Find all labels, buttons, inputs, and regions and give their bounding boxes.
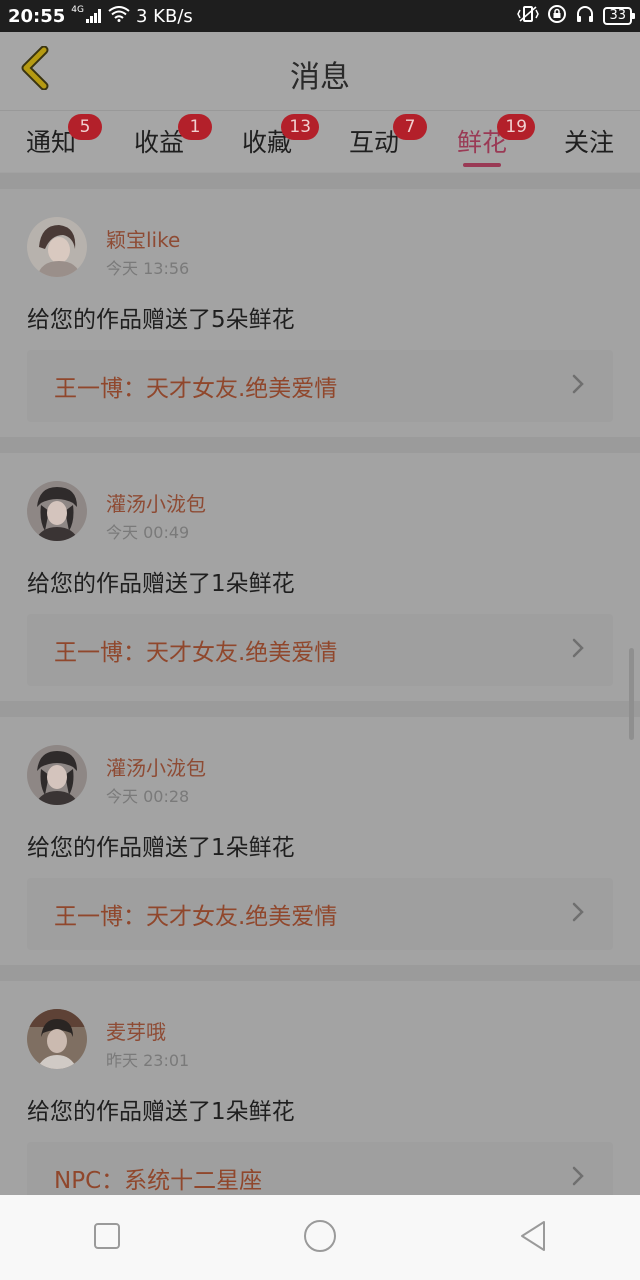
system-nav-bar (0, 1195, 640, 1280)
work-title: 王一博：天才女友.绝美爱情 (54, 904, 338, 930)
message-text: 给您的作品赠送了5朵鲜花 (27, 307, 295, 333)
work-title: NPC：系统十二星座 (54, 1168, 263, 1194)
scrollbar[interactable] (629, 648, 634, 740)
tab-label: 互动 (349, 128, 400, 157)
avatar[interactable] (27, 481, 87, 541)
recent-apps-button[interactable] (62, 1208, 152, 1268)
divider (0, 173, 640, 189)
unread-badge: 7 (393, 114, 428, 140)
unread-badge: 5 (68, 114, 103, 140)
work-link[interactable]: 王一博：天才女友.绝美爱情 (27, 878, 613, 950)
tab-notifications[interactable]: 通知 5 (26, 114, 103, 167)
work-link[interactable]: 王一博：天才女友.绝美爱情 (27, 350, 613, 422)
message-text: 给您的作品赠送了1朵鲜花 (27, 1099, 295, 1125)
username[interactable]: 灌汤小泷包 (106, 752, 206, 781)
list-item: 麦芽哦 昨天 23:01 给您的作品赠送了1朵鲜花 NPC：系统十二星座 (0, 981, 640, 1229)
avatar[interactable] (27, 745, 87, 805)
unread-badge: 19 (497, 114, 536, 140)
message-text: 给您的作品赠送了1朵鲜花 (27, 835, 295, 861)
network-speed: 3 KB/s (136, 5, 193, 27)
timestamp: 昨天 23:01 (106, 1051, 190, 1070)
page-title: 消息 (290, 60, 350, 95)
list-item: 灌汤小泷包 今天 00:28 给您的作品赠送了1朵鲜花 王一博：天才女友.绝美爱… (0, 717, 640, 965)
chevron-right-icon (571, 901, 585, 927)
signal-icon: 4G (71, 5, 102, 23)
timestamp: 今天 13:56 (106, 259, 190, 278)
tab-favorites[interactable]: 收藏 13 (242, 114, 320, 167)
username[interactable]: 麦芽哦 (106, 1016, 166, 1045)
message-list: 颖宝like 今天 13:56 给您的作品赠送了5朵鲜花 王一博：天才女友.绝美… (0, 173, 640, 1229)
chevron-right-icon (571, 1165, 585, 1191)
wifi-icon (108, 5, 130, 27)
avatar[interactable] (27, 1009, 87, 1069)
work-title: 王一博：天才女友.绝美爱情 (54, 640, 338, 666)
work-title: 王一博：天才女友.绝美爱情 (54, 376, 338, 402)
tab-underline (463, 163, 502, 167)
username[interactable]: 颖宝like (106, 224, 180, 253)
tab-bar: 通知 5 收益 1 收藏 13 互动 7 鲜花 19 关注 (0, 110, 640, 172)
chevron-right-icon (571, 373, 585, 399)
system-back-button[interactable] (488, 1208, 578, 1268)
unread-badge: 13 (281, 114, 320, 140)
work-link[interactable]: 王一博：天才女友.绝美爱情 (27, 614, 613, 686)
tab-earnings[interactable]: 收益 1 (134, 114, 213, 167)
headphones-icon (575, 4, 595, 29)
divider (0, 965, 640, 981)
timestamp: 今天 00:49 (106, 523, 190, 542)
timestamp: 今天 00:28 (106, 787, 190, 806)
chevron-right-icon (571, 637, 585, 663)
square-icon (93, 1222, 121, 1254)
tab-label: 收益 (134, 128, 185, 157)
header: 消息 (0, 32, 640, 110)
tab-label: 关注 (564, 128, 615, 157)
rotation-lock-icon (547, 4, 567, 29)
circle-icon (303, 1219, 337, 1257)
divider (0, 437, 640, 453)
list-item: 颖宝like 今天 13:56 给您的作品赠送了5朵鲜花 王一博：天才女友.绝美… (0, 189, 640, 437)
username[interactable]: 灌汤小泷包 (106, 488, 206, 517)
tab-flowers[interactable]: 鲜花 19 (457, 114, 536, 167)
list-item: 灌汤小泷包 今天 00:49 给您的作品赠送了1朵鲜花 王一博：天才女友.绝美爱… (0, 453, 640, 701)
triangle-back-icon (518, 1220, 548, 1256)
message-text: 给您的作品赠送了1朵鲜花 (27, 571, 295, 597)
status-bar: 20:55 4G 3 KB/s 33 (0, 0, 640, 32)
tab-interactions[interactable]: 互动 7 (349, 114, 428, 167)
divider (0, 701, 640, 717)
avatar[interactable] (27, 217, 87, 277)
home-button[interactable] (275, 1208, 365, 1268)
tab-following[interactable]: 关注 (564, 123, 614, 167)
unread-badge: 1 (178, 114, 213, 140)
status-time: 20:55 (8, 5, 66, 27)
vibrate-icon (517, 5, 540, 28)
battery-indicator: 33 (603, 7, 635, 25)
